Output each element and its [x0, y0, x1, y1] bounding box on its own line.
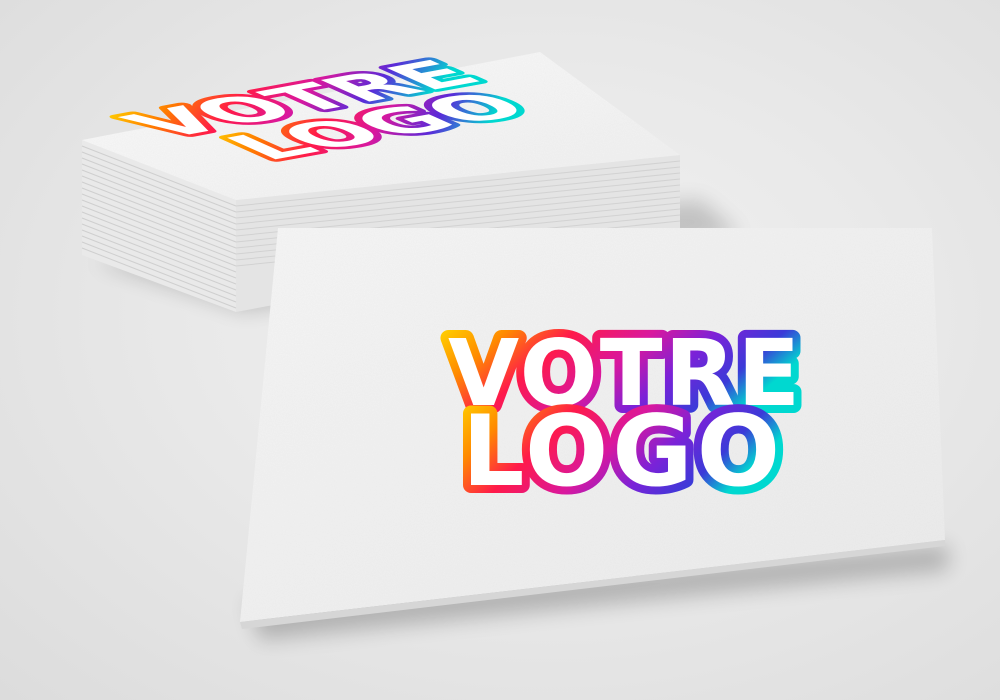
mockup-scene: VOTRE LOGO VOTRE LOGO: [0, 0, 1000, 700]
front-logo-line2: LOGO: [462, 395, 784, 509]
mockup-illustration: VOTRE LOGO VOTRE LOGO: [81, 48, 948, 640]
front-card-logo: VOTRE LOGO: [440, 312, 808, 517]
